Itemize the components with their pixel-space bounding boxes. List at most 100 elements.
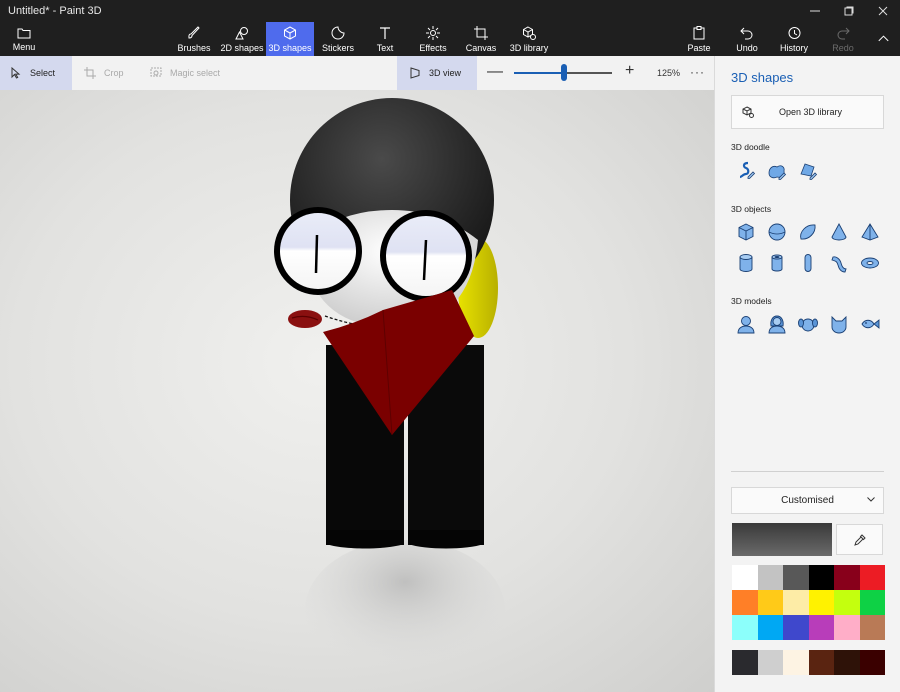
color-mode-dropdown[interactable]: Customised xyxy=(731,487,884,514)
curved-tube-button[interactable] xyxy=(828,252,850,274)
hemisphere-icon xyxy=(800,224,816,240)
color-swatch[interactable] xyxy=(808,590,834,615)
3d-view-button[interactable]: 3D view xyxy=(397,56,477,90)
redo-button[interactable]: Redo xyxy=(830,22,856,56)
tool-brushes[interactable]: Brushes xyxy=(175,22,213,56)
sharp-doodle-button[interactable] xyxy=(735,160,757,182)
more-options-button[interactable]: ··· xyxy=(690,65,705,79)
paste-icon xyxy=(693,26,705,40)
tool-text[interactable]: Text xyxy=(370,22,400,56)
tool-label: Stickers xyxy=(321,43,354,53)
current-color-swatch[interactable] xyxy=(732,523,832,556)
canvas-icon xyxy=(474,26,488,40)
paste-button[interactable]: Paste xyxy=(684,22,714,56)
section-label-3d-objects: 3D objects xyxy=(731,204,772,214)
objects-row-1 xyxy=(735,221,890,243)
color-swatch[interactable] xyxy=(757,650,783,675)
dog-icon xyxy=(798,318,818,332)
color-swatch[interactable] xyxy=(834,650,860,675)
color-swatch[interactable] xyxy=(859,615,885,640)
select-label: Select xyxy=(30,68,56,78)
window-title: Untitled* - Paint 3D xyxy=(8,5,102,17)
fish-model-button[interactable] xyxy=(859,313,881,335)
3d-library-icon xyxy=(523,26,536,40)
cone-icon xyxy=(831,223,847,241)
color-swatch[interactable] xyxy=(834,615,860,640)
zoom-in-button[interactable]: + xyxy=(625,63,634,79)
color-swatch[interactable] xyxy=(808,565,834,590)
pyramid-button[interactable] xyxy=(859,221,881,243)
eyedropper-button[interactable] xyxy=(836,524,883,555)
color-swatch[interactable] xyxy=(783,615,809,640)
zoom-out-button[interactable]: — xyxy=(487,64,503,80)
tool-stickers[interactable]: Stickers xyxy=(318,22,358,56)
color-swatch[interactable] xyxy=(757,590,783,615)
tool-3d-shapes[interactable]: 3D shapes xyxy=(266,22,314,56)
tube-button[interactable] xyxy=(766,252,788,274)
title-ribbon-bar: Untitled* - Paint 3D Menu Brushes 2D sha… xyxy=(0,0,900,56)
magic-select-icon xyxy=(150,67,162,77)
history-button[interactable]: History xyxy=(778,22,810,56)
cat-icon xyxy=(831,315,847,334)
hemisphere-button[interactable] xyxy=(797,221,819,243)
cone-button[interactable] xyxy=(828,221,850,243)
soft-doodle-icon xyxy=(768,165,787,180)
drawing-canvas[interactable] xyxy=(0,90,714,692)
3d-view-icon xyxy=(410,67,420,79)
magic-select-button[interactable]: Magic select xyxy=(150,56,220,90)
tool-canvas[interactable]: Canvas xyxy=(464,22,498,56)
dog-model-button[interactable] xyxy=(797,313,819,335)
color-swatch[interactable] xyxy=(757,615,783,640)
chevron-down-icon xyxy=(867,497,875,502)
zoom-slider-thumb[interactable] xyxy=(561,64,567,81)
tool-2d-shapes[interactable]: 2D shapes xyxy=(219,22,265,56)
color-swatch[interactable] xyxy=(732,615,758,640)
panel-title: 3D shapes xyxy=(731,70,794,85)
tube-doodle-button[interactable] xyxy=(797,160,819,182)
restore-button[interactable] xyxy=(832,0,866,22)
color-swatch[interactable] xyxy=(732,590,758,615)
crop-button[interactable]: Crop xyxy=(84,56,124,90)
close-button[interactable] xyxy=(866,0,900,22)
open-3d-library-button[interactable]: Open 3D library xyxy=(731,95,884,129)
cat-model-button[interactable] xyxy=(828,313,850,335)
tool-3d-library[interactable]: 3D library xyxy=(507,22,551,56)
color-swatch[interactable] xyxy=(732,650,758,675)
select-button[interactable]: Select xyxy=(0,56,72,90)
color-swatch[interactable] xyxy=(783,650,809,675)
panel-divider xyxy=(731,471,884,472)
color-swatch[interactable] xyxy=(757,565,783,590)
collapse-ribbon-button[interactable] xyxy=(872,22,894,56)
color-swatch[interactable] xyxy=(808,615,834,640)
color-swatch[interactable] xyxy=(859,590,885,615)
color-swatch[interactable] xyxy=(808,650,834,675)
brush-icon xyxy=(188,26,200,39)
color-swatch[interactable] xyxy=(834,565,860,590)
menu-button[interactable]: Menu xyxy=(0,22,48,56)
donut-button[interactable] xyxy=(859,252,881,274)
cube-button[interactable] xyxy=(735,221,757,243)
man-model-button[interactable] xyxy=(735,313,757,335)
capsule-button[interactable] xyxy=(797,252,819,274)
color-swatch[interactable] xyxy=(783,590,809,615)
redo-icon xyxy=(837,27,850,40)
color-swatch[interactable] xyxy=(859,565,885,590)
color-swatch[interactable] xyxy=(859,650,885,675)
donut-icon xyxy=(861,257,879,269)
color-swatch[interactable] xyxy=(783,565,809,590)
color-swatch[interactable] xyxy=(834,590,860,615)
woman-model-button[interactable] xyxy=(766,313,788,335)
undo-button[interactable]: Undo xyxy=(733,22,761,56)
capsule-icon xyxy=(804,254,812,272)
color-swatch[interactable] xyxy=(732,565,758,590)
cursor-icon xyxy=(11,67,21,79)
window-controls xyxy=(798,0,900,22)
sphere-icon xyxy=(768,223,786,241)
minimize-button[interactable] xyxy=(798,0,832,22)
tool-effects[interactable]: Effects xyxy=(416,22,450,56)
soft-doodle-button[interactable] xyxy=(766,160,788,182)
models-row xyxy=(735,313,890,335)
sphere-button[interactable] xyxy=(766,221,788,243)
tool-label: Undo xyxy=(736,43,758,53)
cylinder-button[interactable] xyxy=(735,252,757,274)
